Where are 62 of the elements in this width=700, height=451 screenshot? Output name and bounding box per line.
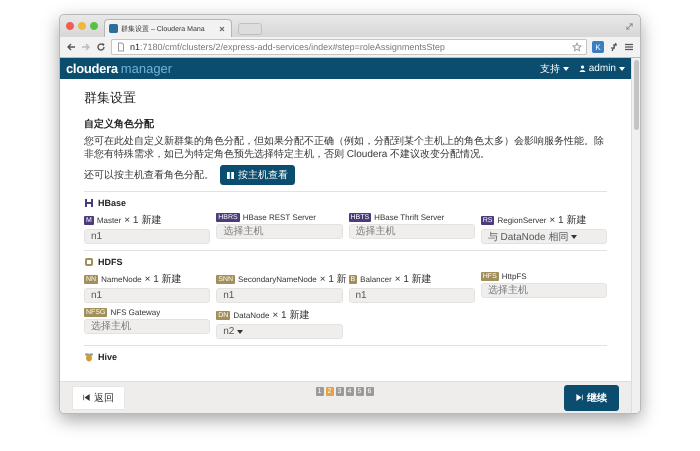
host-field[interactable]: 选择主机: [348, 224, 475, 239]
caret-icon: [619, 66, 625, 70]
host-field[interactable]: 选择主机: [480, 283, 607, 298]
back-button[interactable]: 返回: [72, 386, 125, 410]
role-name: Balancer: [360, 274, 392, 284]
role-count: × 1 新建: [549, 214, 586, 227]
user-icon: [578, 65, 586, 72]
role-name: HBase REST Server: [242, 213, 316, 222]
host-field[interactable]: n1: [84, 288, 210, 303]
back-arrow-icon[interactable]: [66, 42, 76, 52]
service-name: HDFS: [98, 257, 122, 267]
hint-text: 还可以按主机查看角色分配。: [84, 168, 214, 182]
extension-button[interactable]: K: [592, 41, 604, 53]
nav-menu[interactable]: 支持: [540, 62, 569, 76]
host-dropdown[interactable]: n2: [216, 324, 342, 339]
role-name: NFS Gateway: [110, 308, 160, 317]
host-field[interactable]: 选择主机: [216, 224, 342, 239]
page-icon: [116, 42, 126, 52]
role-count: × 1 新建: [394, 272, 432, 286]
menu-icon[interactable]: [624, 42, 634, 52]
scrollbar[interactable]: [631, 58, 640, 413]
role-name: HBase Thrift Server: [374, 213, 444, 222]
view-by-host-button[interactable]: 按主机查看: [220, 165, 295, 185]
star-icon[interactable]: [572, 42, 582, 52]
host-field[interactable]: n1: [348, 288, 475, 303]
role-name: DataNode: [233, 310, 270, 320]
grid-icon: [227, 172, 234, 178]
role-count: × 1 新建: [124, 214, 162, 227]
role-name: SecondaryNameNode: [238, 274, 317, 284]
logo-text: cloudera: [66, 61, 118, 76]
role-count: × 1 新建: [144, 272, 182, 286]
step-back-icon: [83, 394, 90, 401]
favicon-icon: [109, 24, 118, 33]
role-name: NameNode: [101, 274, 142, 284]
host-field[interactable]: 选择主机: [84, 319, 210, 334]
role-name: Master: [96, 216, 122, 224]
service-name: Hive: [98, 352, 118, 362]
role-count: × 1 新建: [272, 308, 310, 322]
extension-icon[interactable]: [609, 42, 619, 52]
expand-icon[interactable]: [625, 22, 634, 30]
host-dropdown[interactable]: 与 DataNode 相同: [480, 229, 607, 244]
caret-icon: [562, 66, 569, 70]
url-text: n1:7180/cmf/clusters/2/express-add-services/index#step=roleAssignmentsStep: [130, 42, 445, 52]
description-text: 您可在此处自定义新群集的角色分配，但如果分配不正确（例如，分配到某个主机上的角色太多）会影响服务性能。除非您有特殊需求，如已为特定角色预先选择特定主机，否则 Cloudera 不建议改变分配情况。: [84, 135, 605, 161]
role-name: HttpFS: [502, 272, 527, 281]
reload-icon[interactable]: [96, 42, 106, 52]
role-count: × 1 新: [320, 272, 347, 286]
continue-button[interactable]: 继续: [564, 384, 619, 410]
caret-icon: [237, 330, 244, 334]
close-icon[interactable]: [217, 24, 227, 34]
forward-arrow-icon[interactable]: [81, 42, 91, 52]
role-name: RegionServer: [497, 216, 546, 224]
step-forward-icon: [576, 394, 583, 401]
service-name: HBase: [98, 198, 126, 208]
section-title: 自定义角色分配: [84, 117, 155, 131]
address-bar[interactable]: n1:7180/cmf/clusters/2/express-add-services/index#step=roleAssignmentsStep: [111, 39, 587, 55]
logo-subtext: manager: [120, 61, 172, 76]
host-field[interactable]: n1: [216, 288, 342, 303]
page-title: 群集设置: [84, 89, 137, 107]
user-menu[interactable]: admin: [578, 62, 625, 76]
caret-icon: [571, 234, 578, 238]
host-field[interactable]: n1: [84, 229, 210, 244]
